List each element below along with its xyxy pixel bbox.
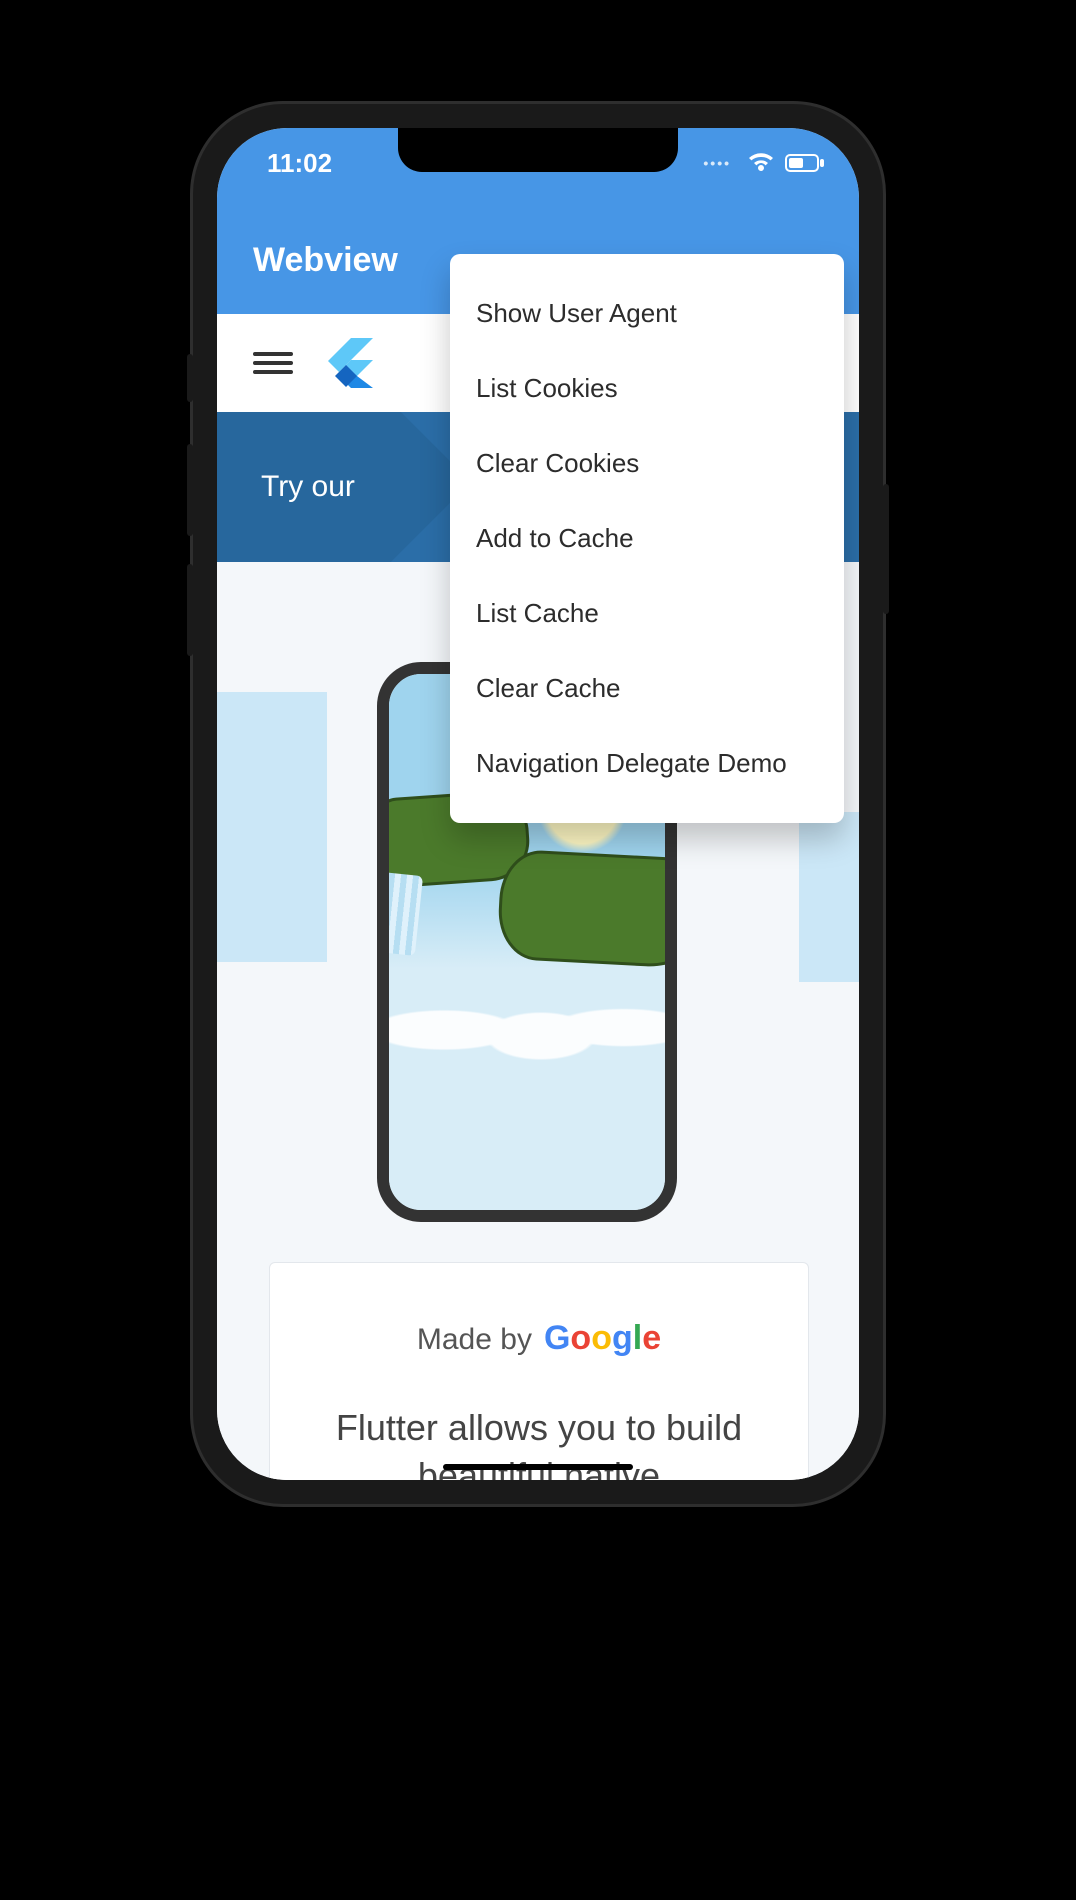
device-vol-up [187,444,193,536]
battery-icon [785,153,825,173]
deco-block [799,812,859,982]
app-title: Webview [253,241,398,280]
device-frame: 11:02 •••• Webview [193,104,883,1504]
made-by-line: Made by Google [417,1319,661,1358]
status-time: 11:02 [267,148,332,179]
promo-banner-text: Try our [261,470,355,504]
signal-dots-icon: •••• [703,155,731,171]
google-logo: Google [544,1319,661,1358]
device-vol-down [187,564,193,656]
home-indicator[interactable] [443,1464,633,1470]
menu-item-list-cache[interactable]: List Cache [450,576,844,651]
screen: 11:02 •••• Webview [217,128,859,1480]
made-by-prefix: Made by [417,1323,532,1357]
menu-item-clear-cache[interactable]: Clear Cache [450,651,844,726]
hamburger-icon[interactable] [253,347,293,379]
made-by-card: Made by Google Flutter allows you to bui… [269,1262,809,1480]
menu-item-show-user-agent[interactable]: Show User Agent [450,276,844,351]
deco-block [217,692,327,962]
overflow-menu: Show User Agent List Cookies Clear Cooki… [450,254,844,823]
menu-item-clear-cookies[interactable]: Clear Cookies [450,426,844,501]
status-right: •••• [703,152,825,174]
flutter-logo-icon[interactable] [321,336,375,390]
menu-item-list-cookies[interactable]: List Cookies [450,351,844,426]
device-switch [187,354,193,402]
device-bezel: 11:02 •••• Webview [217,128,859,1480]
menu-item-navigation-delegate[interactable]: Navigation Delegate Demo [450,726,844,801]
device-notch [398,128,678,172]
wifi-icon [747,152,775,174]
menu-item-add-to-cache[interactable]: Add to Cache [450,501,844,576]
device-power [883,484,889,614]
